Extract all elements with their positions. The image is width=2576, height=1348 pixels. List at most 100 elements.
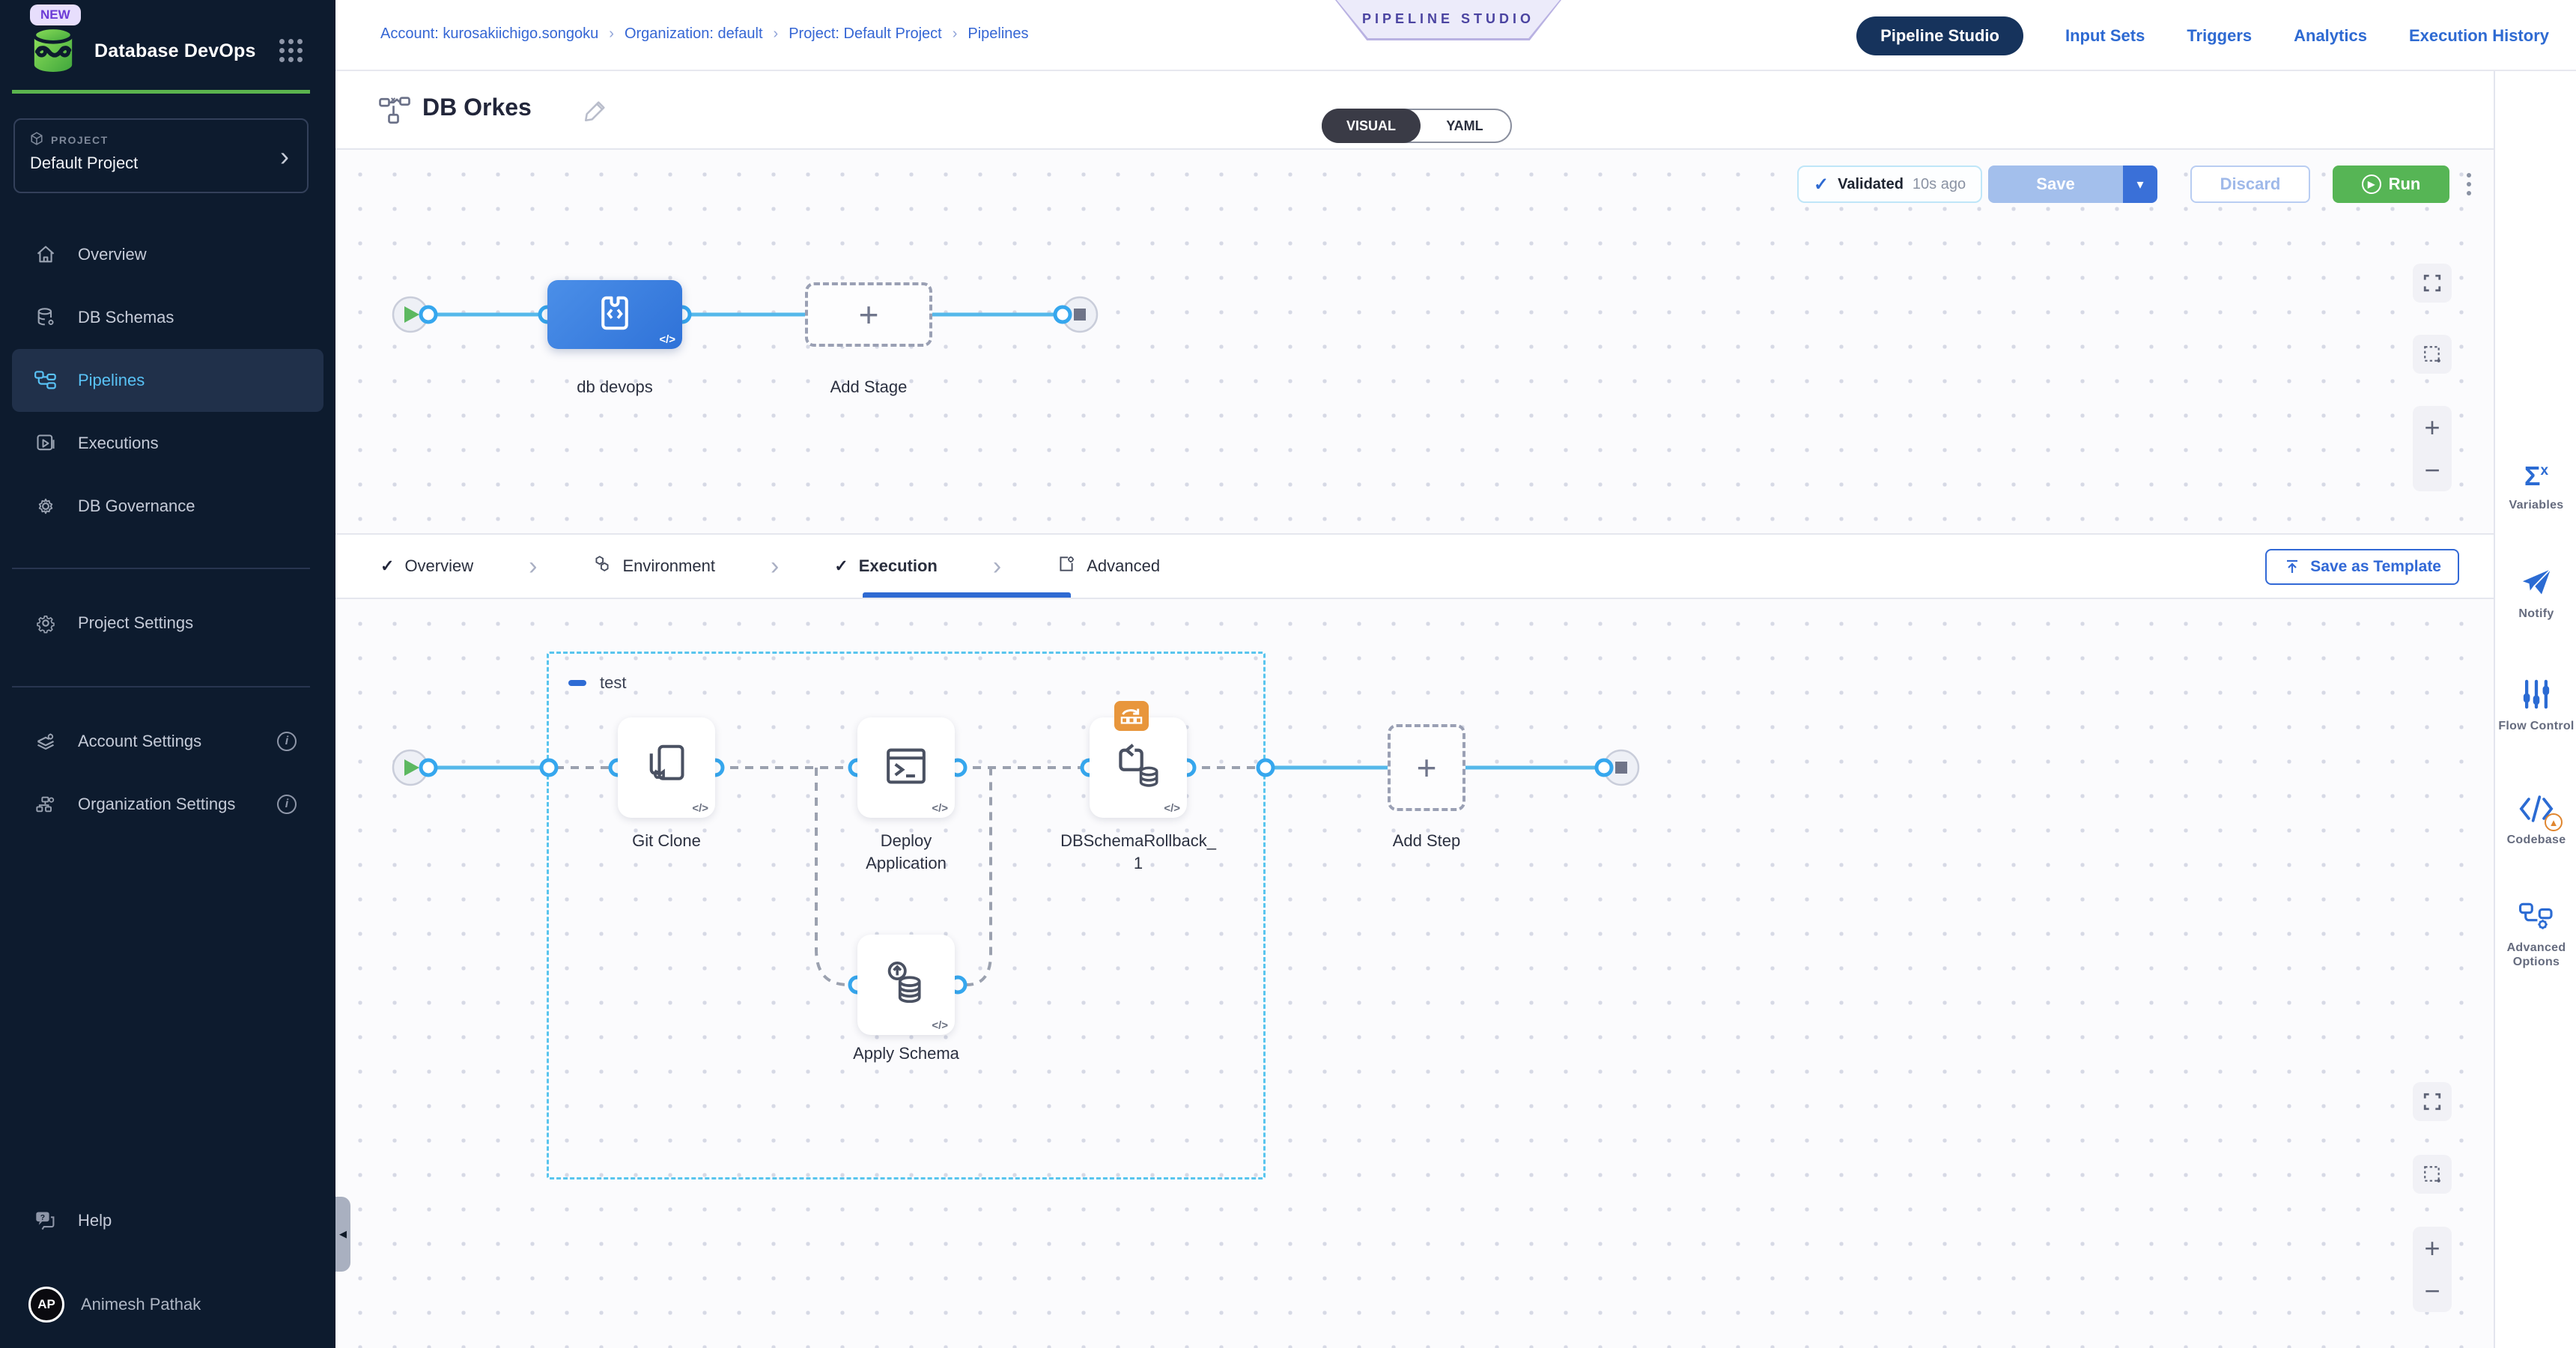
- sidebar-item-db-governance[interactable]: DB Governance: [0, 475, 335, 538]
- save-dropdown-button[interactable]: ▾: [2123, 166, 2157, 203]
- breadcrumb-pipelines[interactable]: Pipelines: [967, 25, 1028, 43]
- step-label: Git Clone: [584, 830, 749, 852]
- sidebar-item-help[interactable]: ? Help: [0, 1189, 335, 1252]
- rail-item-variables[interactable]: Σx Variables: [2495, 461, 2576, 512]
- rail-item-codebase[interactable]: ▲ Codebase: [2495, 795, 2576, 847]
- validated-status-chip[interactable]: ✓ Validated 10s ago: [1797, 166, 1982, 203]
- tab-stage-overview[interactable]: ✓ Overview: [380, 556, 473, 576]
- sidebar-item-pipelines[interactable]: Pipelines: [12, 349, 323, 412]
- home-icon: [34, 244, 57, 265]
- zoom-out-button[interactable]: −: [2424, 1280, 2440, 1302]
- add-stage-node[interactable]: +: [805, 282, 932, 347]
- execution-canvas[interactable]: test: [335, 599, 2494, 1348]
- check-icon: ✓: [1814, 174, 1829, 195]
- layers-gear-icon: [34, 731, 57, 752]
- pipeline-studio-app: NEW Database DevOps: [0, 0, 2576, 1348]
- tab-input-sets[interactable]: Input Sets: [2065, 26, 2145, 46]
- pipeline-graph-icon: [379, 97, 410, 129]
- terminal-icon: [883, 743, 929, 793]
- tab-stage-execution[interactable]: ✓ Execution: [834, 556, 938, 576]
- breadcrumb-organization[interactable]: Organization: default: [625, 25, 763, 43]
- top-header: Account: kurosakiichigo.songoku › Organi…: [335, 0, 2576, 71]
- canvas-fullscreen-button[interactable]: [2413, 1082, 2452, 1121]
- warning-icon: ▲: [2545, 813, 2563, 831]
- user-name: Animesh Pathak: [81, 1295, 201, 1314]
- user-menu[interactable]: AP Animesh Pathak: [0, 1273, 335, 1336]
- code-glyph: </>: [932, 802, 948, 815]
- pipeline-name: DB Orkes: [422, 94, 532, 121]
- tab-pipeline-studio[interactable]: Pipeline Studio: [1856, 16, 2023, 55]
- sidebar-item-overview[interactable]: Overview: [0, 223, 335, 286]
- module-accent-bar: [12, 90, 310, 94]
- sidebar-item-db-schemas[interactable]: DB Schemas: [0, 286, 335, 349]
- plus-icon: +: [1417, 753, 1437, 783]
- app-title: Database DevOps: [94, 40, 256, 62]
- save-as-template-button[interactable]: Save as Template: [2265, 549, 2459, 585]
- step-label: Apply Schema: [824, 1042, 988, 1065]
- pipeline-studio-badge: PIPELINE STUDIO: [1335, 0, 1561, 40]
- sidebar-item-label: Overview: [78, 245, 147, 264]
- breadcrumb-separator: ›: [609, 25, 614, 43]
- rail-item-advanced-options[interactable]: Advanced Options: [2495, 901, 2576, 969]
- sidebar-item-account-settings[interactable]: Account Settings i: [0, 710, 335, 773]
- canvas-fullscreen-button[interactable]: [2413, 264, 2452, 303]
- database-devops-logo-icon: [30, 25, 76, 77]
- sidebar-collapse-handle[interactable]: ◀: [335, 1197, 350, 1272]
- rail-item-notify[interactable]: Notify: [2495, 567, 2576, 621]
- zoom-in-button[interactable]: +: [2424, 1237, 2440, 1260]
- code-glyph: </>: [692, 802, 708, 815]
- new-badge: NEW: [30, 4, 81, 25]
- chevron-right-icon: ›: [993, 552, 1001, 581]
- more-options-kebab[interactable]: [2464, 170, 2474, 198]
- rail-label: Variables: [2509, 498, 2564, 512]
- avatar: AP: [28, 1287, 64, 1323]
- code-glyph: </>: [1164, 802, 1180, 815]
- tab-stage-advanced[interactable]: Advanced: [1057, 554, 1160, 578]
- sidebar-item-organization-settings[interactable]: Organization Settings i: [0, 773, 335, 836]
- run-button[interactable]: ▶ Run: [2333, 166, 2449, 203]
- tab-stage-environment[interactable]: Environment: [592, 554, 715, 578]
- sidebar-nav: Overview DB Schemas Pipelines Executions: [0, 223, 335, 538]
- zoom-out-button[interactable]: −: [2424, 459, 2440, 482]
- add-step-label: Add Step: [1344, 830, 1509, 852]
- save-button[interactable]: Save: [1988, 166, 2123, 203]
- zoom-in-button[interactable]: +: [2424, 416, 2440, 439]
- project-selector[interactable]: PROJECT Default Project ›: [13, 118, 309, 193]
- add-step-node[interactable]: +: [1388, 724, 1465, 811]
- discard-button[interactable]: Discard: [2190, 166, 2310, 203]
- tab-analytics[interactable]: Analytics: [2294, 26, 2367, 46]
- stage-node-db-devops[interactable]: </>: [547, 280, 682, 349]
- check-icon: ✓: [834, 556, 848, 576]
- app-switcher-icon[interactable]: [279, 39, 303, 62]
- codebase-icon: ▲: [2519, 795, 2554, 827]
- header-tabs: Pipeline Studio Input Sets Triggers Anal…: [1856, 16, 2549, 55]
- breadcrumb-project[interactable]: Project: Default Project: [789, 25, 942, 43]
- sidebar-item-project-settings[interactable]: Project Settings: [0, 592, 335, 655]
- info-icon[interactable]: i: [277, 732, 297, 751]
- edit-pencil-icon[interactable]: [583, 98, 608, 127]
- org-chart-gear-icon: [34, 794, 57, 815]
- step-node-dbschemarollback[interactable]: </>: [1090, 717, 1187, 818]
- stage-canvas[interactable]: </> db devops + Add Stage + −: [335, 150, 2494, 533]
- toggle-yaml[interactable]: YAML: [1419, 110, 1510, 142]
- upload-icon: [2283, 558, 2301, 576]
- visual-yaml-toggle[interactable]: VISUAL YAML: [1322, 109, 1512, 143]
- breadcrumb-separator: ›: [774, 25, 779, 43]
- step-node-apply-schema[interactable]: </>: [857, 935, 955, 1035]
- info-icon[interactable]: i: [277, 795, 297, 814]
- plus-icon: +: [859, 300, 879, 330]
- canvas-select-button[interactable]: [2413, 1155, 2452, 1194]
- toggle-visual[interactable]: VISUAL: [1322, 109, 1421, 143]
- step-node-deploy-application[interactable]: </>: [857, 717, 955, 818]
- step-node-git-clone[interactable]: </>: [618, 717, 715, 818]
- tab-triggers[interactable]: Triggers: [2187, 26, 2252, 46]
- tab-execution-history[interactable]: Execution History: [2409, 26, 2549, 46]
- canvas-select-button[interactable]: [2413, 335, 2452, 374]
- execution-graph-links: [335, 599, 2494, 1348]
- rail-item-flow-control[interactable]: Flow Control: [2495, 679, 2576, 733]
- breadcrumb-account[interactable]: Account: kurosakiichigo.songoku: [380, 25, 598, 43]
- sidebar-item-executions[interactable]: Executions: [0, 412, 335, 475]
- notify-paper-plane-icon: [2520, 567, 2553, 601]
- help-chat-icon: ?: [34, 1210, 57, 1231]
- tab-label: Execution: [859, 556, 938, 576]
